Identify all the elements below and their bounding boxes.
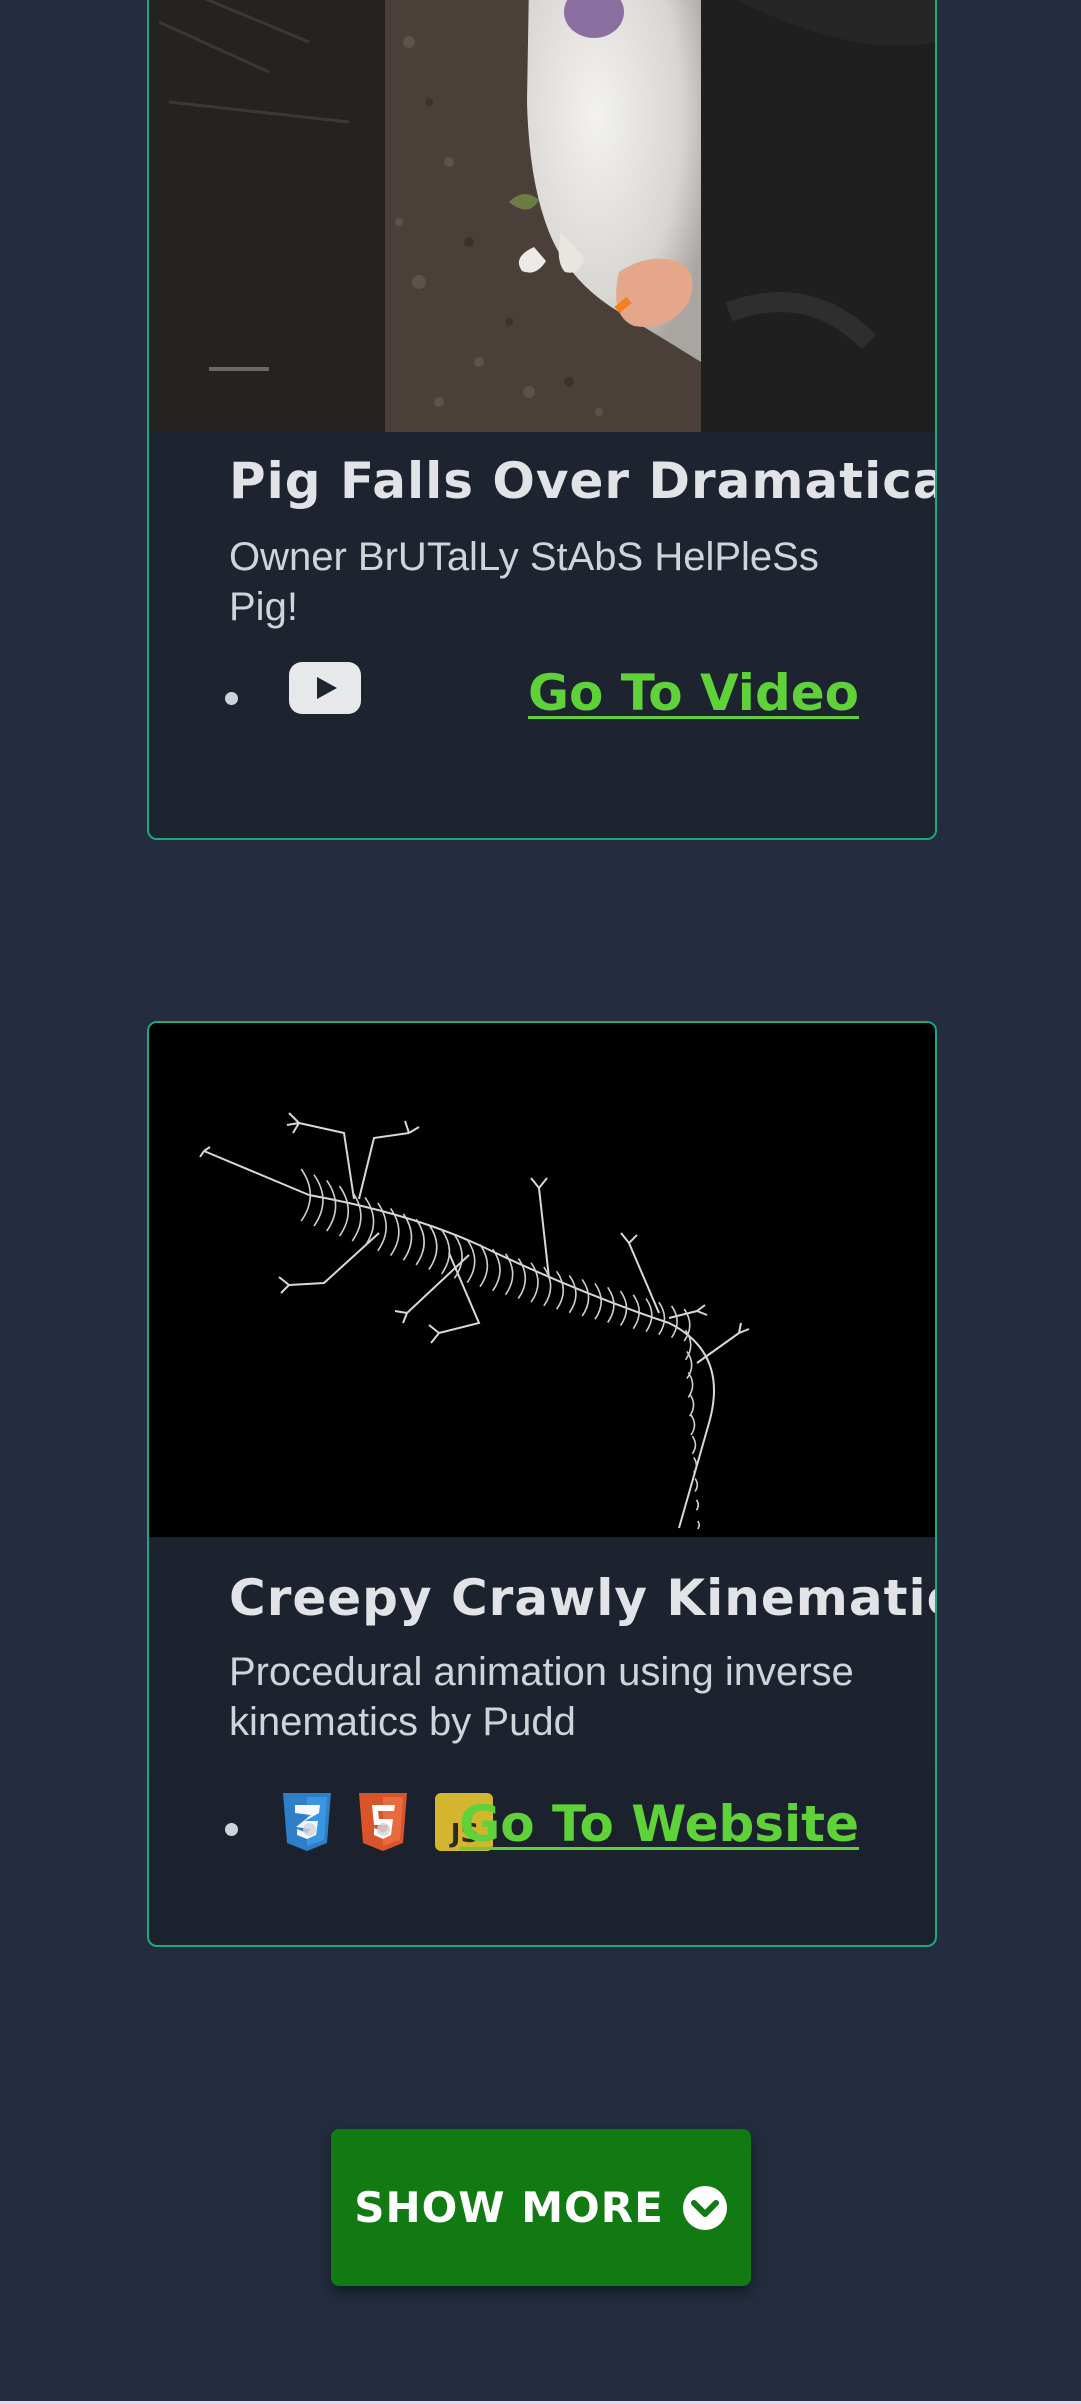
project-links: Go To Video [219,662,859,732]
project-description: Owner BrUTalLy StAbS HelPleSs Pig! [229,535,819,629]
list-bullet [225,1823,238,1836]
project-title: Pig Falls Over Dramatically [229,452,935,510]
project-thumbnail[interactable] [149,1023,935,1537]
go-to-video-link[interactable]: Go To Video [528,664,859,722]
project-info: Pig Falls Over Dramatically Owner BrUTal… [149,432,935,838]
project-info: Creepy Crawly Kinematics Procedural anim… [149,1537,935,1773]
pig-video-image [149,0,935,432]
list-bullet [225,692,238,705]
list-bullet [303,1823,316,1836]
project-card: Pig Falls Over Dramatically Owner BrUTal… [147,0,937,840]
project-card: Creepy Crawly Kinematics Procedural anim… [147,1021,937,1947]
project-title: Creepy Crawly Kinematics [229,1569,937,1627]
project-description: Procedural animation using inverse kinem… [229,1650,854,1744]
project-links: JS Go To Website [219,1793,859,1863]
show-more-button[interactable]: SHOW MORE [331,2129,751,2286]
chevron-down-circle-icon [682,2185,727,2230]
page: Pig Falls Over Dramatically Owner BrUTal… [0,0,1081,2404]
list-bullet [377,1823,390,1836]
show-more-label: SHOW MORE [354,2183,664,2232]
html5-icon [359,1793,407,1851]
css3-icon [283,1793,331,1851]
video-thumbnail[interactable] [149,0,935,432]
go-to-website-link[interactable]: Go To Website [459,1795,859,1853]
lizard-skeleton-image [149,1023,935,1537]
youtube-icon [289,662,361,714]
